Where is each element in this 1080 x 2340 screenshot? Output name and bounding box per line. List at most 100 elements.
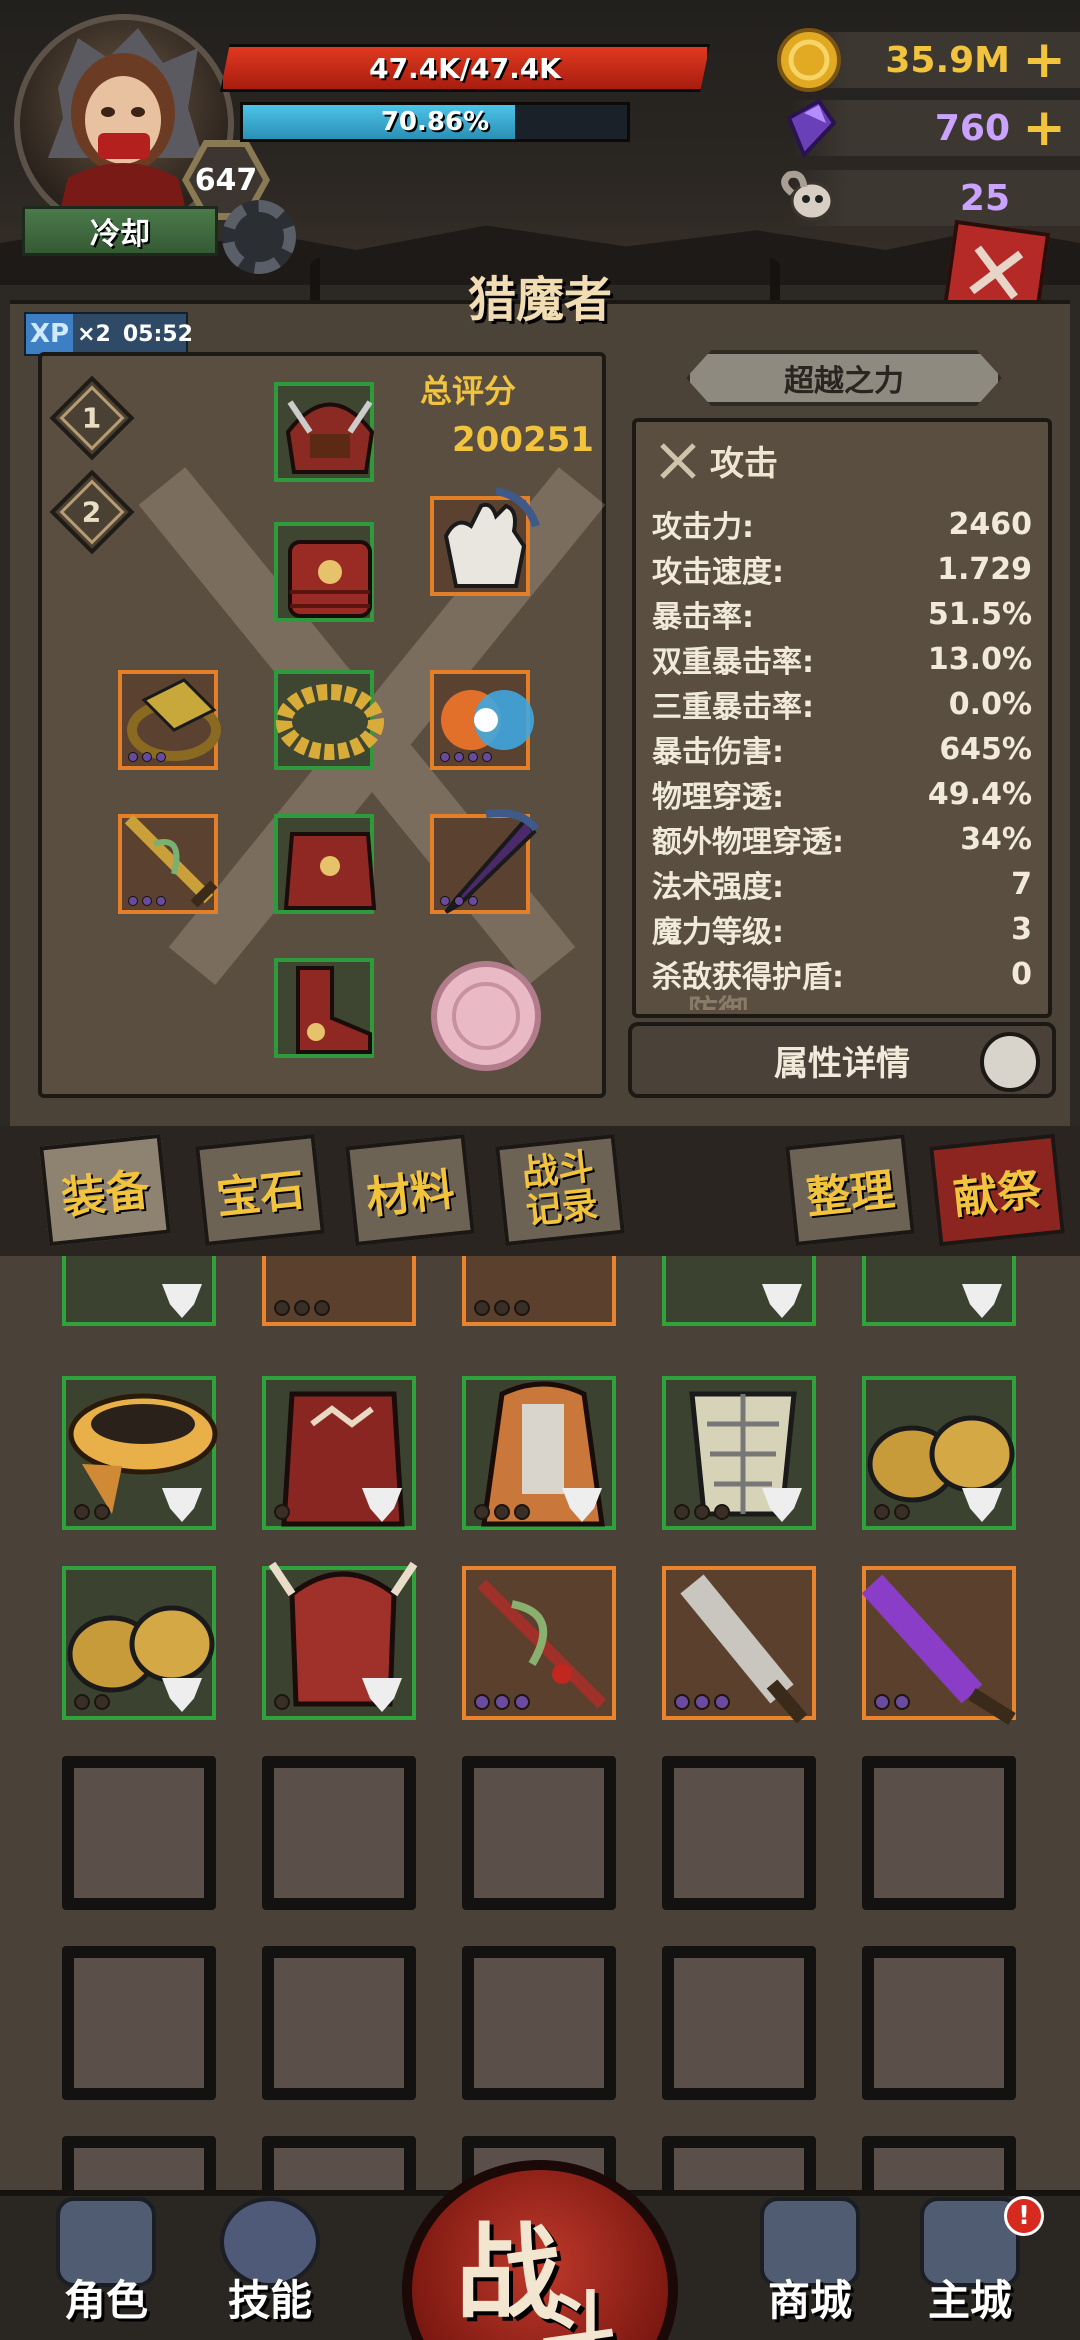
empty-slot[interactable] bbox=[462, 1946, 616, 2100]
stat-row: 物理穿透: 49.4% bbox=[652, 774, 1032, 816]
gem-sockets bbox=[474, 1300, 530, 1316]
empty-slot[interactable] bbox=[662, 1756, 816, 1910]
stat-label: 暴击伤害: bbox=[652, 735, 784, 770]
elemental-orb-icon bbox=[441, 690, 534, 750]
stat-label: 暴击率: bbox=[652, 600, 754, 635]
slot-orb[interactable] bbox=[430, 670, 534, 770]
empty-slot[interactable] bbox=[62, 2136, 216, 2196]
tab-battle-log[interactable]: 战斗 记录 bbox=[495, 1134, 625, 1246]
inventory-item[interactable] bbox=[62, 1566, 216, 1720]
add-gold-button[interactable]: + bbox=[1022, 34, 1066, 86]
gem-sockets bbox=[274, 1504, 290, 1520]
stat-row: 法术强度: 7 bbox=[652, 864, 1032, 906]
gem-sockets bbox=[128, 896, 166, 906]
inventory-item[interactable] bbox=[662, 1256, 816, 1326]
empty-slot[interactable] bbox=[62, 1946, 216, 2100]
purple-crystal-icon bbox=[786, 98, 837, 159]
gem-sockets bbox=[128, 752, 166, 762]
slot-armor[interactable] bbox=[274, 522, 374, 622]
slot-belt[interactable] bbox=[274, 814, 377, 914]
stat-value: 13.0% bbox=[927, 641, 1032, 677]
inventory-item[interactable] bbox=[462, 1376, 616, 1530]
stat-value: 51.5% bbox=[927, 596, 1032, 632]
stat-value: 1.729 bbox=[937, 551, 1032, 587]
slot-offhand[interactable] bbox=[430, 809, 540, 914]
bracer-icon bbox=[127, 678, 221, 761]
wax-seal-icon[interactable] bbox=[426, 956, 546, 1076]
game-screen: 647 冷却 47.4K/47.4K 70.86% 35.9M + 760 + … bbox=[0, 0, 1080, 2340]
inventory-item[interactable] bbox=[662, 1376, 816, 1530]
empty-slot[interactable] bbox=[862, 1756, 1016, 1910]
inventory-item[interactable] bbox=[862, 1376, 1016, 1530]
stat-row: 暴击伤害: 645% bbox=[652, 729, 1032, 771]
gem-sockets bbox=[674, 1504, 730, 1520]
inventory-item[interactable] bbox=[262, 1376, 416, 1530]
empty-slot[interactable] bbox=[462, 1756, 616, 1910]
attribute-details-button[interactable]: 属性详情 bbox=[628, 1022, 1056, 1098]
inventory-item[interactable] bbox=[62, 1256, 216, 1326]
gem-sockets bbox=[874, 1504, 910, 1520]
gem-sockets bbox=[874, 1694, 910, 1710]
stat-label: 三重暴击率: bbox=[652, 690, 814, 725]
empty-slot[interactable] bbox=[662, 1946, 816, 2100]
settings-gear-icon[interactable] bbox=[222, 200, 296, 274]
inventory-item[interactable] bbox=[662, 1566, 816, 1724]
skull-counter: 25 bbox=[781, 170, 1080, 226]
slot-boots[interactable] bbox=[274, 958, 374, 1058]
gold-counter: 35.9M + bbox=[777, 28, 1080, 92]
inventory-item[interactable] bbox=[62, 1376, 218, 1530]
gem-sockets bbox=[440, 752, 492, 762]
slot-necklace[interactable] bbox=[274, 670, 384, 770]
empty-slot[interactable] bbox=[262, 1946, 416, 2100]
gem-sockets bbox=[74, 1694, 110, 1710]
empty-slot[interactable] bbox=[262, 2136, 416, 2196]
sacrifice-button[interactable]: 献祭 bbox=[929, 1133, 1065, 1247]
sort-button[interactable]: 整理 bbox=[785, 1134, 915, 1246]
nav-character-label: 角色 bbox=[63, 2276, 148, 2325]
inventory-item[interactable] bbox=[462, 1566, 616, 1720]
inventory-item[interactable] bbox=[462, 1256, 616, 1326]
tab-materials[interactable]: 材料 bbox=[345, 1134, 475, 1246]
slot-gloves[interactable] bbox=[430, 487, 540, 596]
player-name[interactable]: 冷却 bbox=[22, 206, 218, 256]
gem-sockets bbox=[474, 1694, 530, 1710]
tab-gems[interactable]: 宝石 bbox=[195, 1134, 325, 1246]
empty-slot[interactable] bbox=[862, 2136, 1016, 2196]
nav-character[interactable]: 角色 bbox=[36, 2188, 176, 2328]
transcend-power-button[interactable]: 超越之力 bbox=[686, 350, 1002, 406]
tab-equipment[interactable]: 装备 bbox=[39, 1133, 171, 1247]
gem-sockets bbox=[274, 1694, 290, 1710]
nav-skills[interactable]: 技能 bbox=[200, 2188, 340, 2328]
stat-value: 0.0% bbox=[948, 686, 1032, 722]
empty-slot[interactable] bbox=[62, 1756, 216, 1910]
crystal-counter: 760 + bbox=[786, 98, 1080, 159]
stat-value: 49.4% bbox=[927, 776, 1032, 812]
inventory-item[interactable] bbox=[862, 1256, 1016, 1326]
nav-shop[interactable]: 商城 bbox=[740, 2188, 880, 2328]
player-avatar[interactable] bbox=[38, 28, 208, 218]
slot-weapon[interactable] bbox=[118, 814, 218, 914]
hp-bar: 47.4K/47.4K bbox=[220, 44, 710, 92]
inventory-item[interactable] bbox=[861, 1566, 1016, 1725]
empty-slot[interactable] bbox=[862, 1946, 1016, 2100]
gold-coin-icon bbox=[777, 28, 841, 92]
attack-section-title: 攻击 bbox=[710, 444, 778, 484]
inventory-item[interactable] bbox=[262, 1256, 416, 1326]
boots-icon bbox=[296, 966, 372, 1054]
nav-main-city-label: 主城 bbox=[927, 2276, 1012, 2325]
hp-text: 47.4K/47.4K bbox=[369, 51, 561, 85]
ram-skull-icon bbox=[781, 170, 834, 221]
defense-section-header: 防御 bbox=[688, 986, 748, 1010]
empty-slot[interactable] bbox=[262, 1756, 416, 1910]
inventory-item[interactable] bbox=[262, 1561, 418, 1720]
slot-bracer[interactable] bbox=[118, 670, 221, 770]
tab-battle-log-line2: 记录 bbox=[523, 1184, 600, 1233]
xp-boost-badge[interactable]: XP ×2 05:52 bbox=[24, 312, 193, 356]
nav-skills-label: 技能 bbox=[227, 2276, 312, 2325]
slot-helmet[interactable] bbox=[274, 382, 375, 482]
xp-boost-multiplier: ×2 bbox=[77, 321, 111, 347]
empty-slot[interactable] bbox=[662, 2136, 816, 2196]
notification-badge: ! bbox=[1004, 2196, 1044, 2236]
attribute-details-label: 属性详情 bbox=[774, 1043, 910, 1084]
add-crystal-button[interactable]: + bbox=[1022, 102, 1066, 154]
